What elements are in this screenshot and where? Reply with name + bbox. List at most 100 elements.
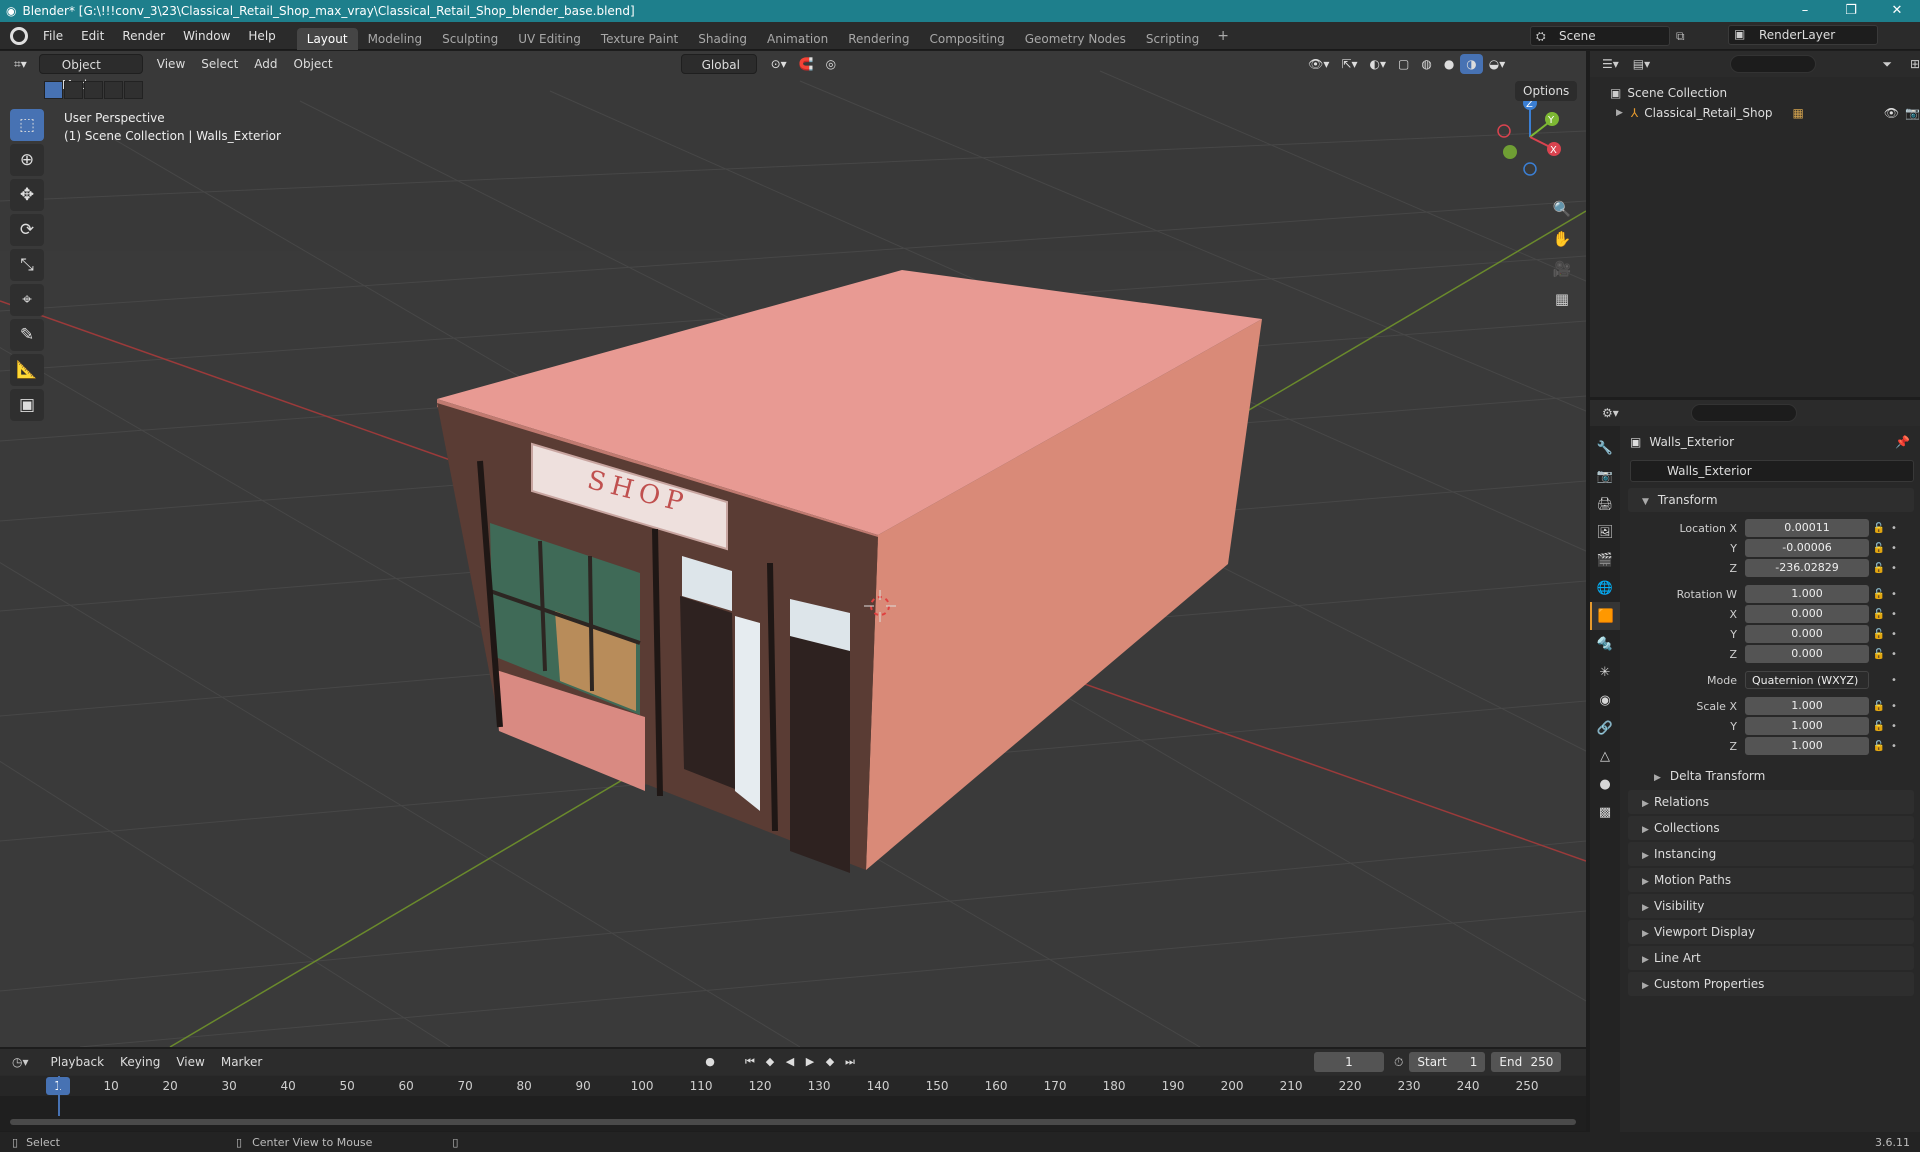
view-layer-tab-icon[interactable]: 🖼 <box>1590 518 1620 546</box>
motion-paths-panel-header[interactable]: ▶ Motion Paths <box>1628 868 1914 892</box>
pin-icon[interactable]: 📌 <box>1895 435 1910 449</box>
tab-layout[interactable]: Layout <box>296 27 358 50</box>
viewport-display-panel-header[interactable]: ▶ Viewport Display <box>1628 920 1914 944</box>
add-workspace-button[interactable]: + <box>1209 22 1237 50</box>
render-layer-selector[interactable]: ▣ RenderLayer <box>1728 25 1914 47</box>
rotation-x-field[interactable]: 0.000 <box>1745 605 1869 623</box>
filter-icon[interactable]: ⏷ <box>1882 57 1892 72</box>
timeline-editor-icon[interactable]: ◷▾ <box>12 1055 29 1069</box>
proportional-edit-icon[interactable]: ◎ <box>820 54 842 74</box>
pan-hand-icon[interactable]: ✋ <box>1548 225 1576 253</box>
viewport-menu-view[interactable]: View <box>149 51 193 77</box>
menu-help[interactable]: Help <box>239 22 284 50</box>
scale-x-field[interactable]: 1.000 <box>1745 697 1869 715</box>
select-extend-icon[interactable] <box>64 81 83 99</box>
viewport-menu-select[interactable]: Select <box>193 51 246 77</box>
timeline-ruler[interactable]: 1102030405060708090100110120130140150160… <box>0 1076 1586 1096</box>
viewport-menu-add[interactable]: Add <box>246 51 285 77</box>
outliner-editor-icon[interactable]: ☰▾ <box>1602 57 1619 71</box>
keyframe-dot-icon[interactable]: • <box>1889 589 1899 600</box>
camera-view-icon[interactable]: 🎥 <box>1548 255 1576 283</box>
minimize-button[interactable]: – <box>1782 0 1828 22</box>
keyframe-dot-icon[interactable]: • <box>1889 609 1899 620</box>
instancing-panel-header[interactable]: ▶ Instancing <box>1628 842 1914 866</box>
gizmo-toggle-icon[interactable]: ⇱▾ <box>1335 54 1363 74</box>
select-subtract-icon[interactable] <box>84 81 103 99</box>
record-icon[interactable]: ● <box>700 1052 720 1072</box>
scale-z-field[interactable]: 1.000 <box>1745 737 1869 755</box>
next-keyframe-icon[interactable]: ◆ <box>820 1052 840 1072</box>
outliner-root-row[interactable]: ▣ Scene Collection <box>1590 83 1920 103</box>
shading-rendered-icon[interactable]: ◒▾ <box>1483 54 1512 74</box>
tab-animation[interactable]: Animation <box>757 28 838 50</box>
scale-tool-icon[interactable]: ⤡ <box>10 249 44 281</box>
transform-tool-icon[interactable]: ⌖ <box>10 284 44 316</box>
tab-rendering[interactable]: Rendering <box>838 28 919 50</box>
keyframe-dot-icon[interactable]: • <box>1889 543 1899 554</box>
options-dropdown[interactable]: Options <box>1515 81 1578 101</box>
delta-transform-header[interactable]: ▶ Delta Transform <box>1640 764 1914 788</box>
navigation-gizmo[interactable]: Z Y X <box>1497 96 1561 176</box>
current-frame-field[interactable]: 1 <box>1314 1052 1384 1072</box>
close-button[interactable]: ✕ <box>1874 0 1920 22</box>
keyframe-dot-icon[interactable]: • <box>1889 523 1899 534</box>
scale-y-field[interactable]: 1.000 <box>1745 717 1869 735</box>
visibility-panel-header[interactable]: ▶ Visibility <box>1628 894 1914 918</box>
start-frame-field[interactable]: Start 1 <box>1409 1052 1486 1072</box>
keyframe-dot-icon[interactable]: • <box>1889 721 1899 732</box>
outliner-item-row[interactable]: ▶ ⅄ Classical_Retail_Shop ▦ 👁 📷 <box>1590 103 1920 123</box>
tab-geometry-nodes[interactable]: Geometry Nodes <box>1015 28 1136 50</box>
editor-type-icon[interactable]: ⌗▾ <box>8 54 33 74</box>
rotation-w-field[interactable]: 1.000 <box>1745 585 1869 603</box>
modifier-tab-icon[interactable]: 🔩 <box>1590 630 1620 658</box>
lock-icon[interactable]: 🔓 <box>1869 609 1889 620</box>
scene-selector[interactable]: ⛭ Scene ⧉ <box>1530 25 1720 47</box>
pivot-point-icon[interactable]: ⊙▾ <box>765 54 793 74</box>
add-cube-tool-icon[interactable]: ▣ <box>10 389 44 421</box>
snap-icon[interactable]: 🧲 <box>793 54 820 74</box>
overlay-toggle-icon[interactable]: ◐▾ <box>1363 54 1392 74</box>
collections-panel-header[interactable]: ▶ Collections <box>1628 816 1914 840</box>
material-tab-icon[interactable]: ● <box>1590 770 1620 798</box>
location-z-field[interactable]: -236.02829 <box>1745 559 1869 577</box>
playhead-line[interactable] <box>58 1076 60 1116</box>
select-invert-icon[interactable] <box>104 81 123 99</box>
lock-icon[interactable]: 🔓 <box>1869 721 1889 732</box>
select-box-tool-icon[interactable]: ⬚ <box>10 109 44 141</box>
new-collection-icon[interactable]: ⊞ <box>1910 57 1920 71</box>
lock-icon[interactable]: 🔓 <box>1869 563 1889 574</box>
lock-icon[interactable]: 🔓 <box>1869 701 1889 712</box>
transform-panel-header[interactable]: ▼ Transform <box>1628 488 1914 512</box>
render-layer-field[interactable]: RenderLayer <box>1728 25 1878 45</box>
keyframe-dot-icon[interactable]: • <box>1889 563 1899 574</box>
tab-shading[interactable]: Shading <box>688 28 757 50</box>
lock-icon[interactable]: 🔓 <box>1869 543 1889 554</box>
object-mode-dropdown[interactable]: Object Mode <box>38 54 143 92</box>
blender-logo-icon[interactable] <box>10 26 28 45</box>
timeline-menu-view[interactable]: View <box>168 1055 212 1069</box>
display-mode-icon[interactable]: ▤▾ <box>1633 57 1650 71</box>
scene-name-field[interactable]: Scene <box>1530 26 1670 46</box>
timeline-menu-keying[interactable]: Keying <box>112 1055 168 1069</box>
relations-panel-header[interactable]: ▶ Relations <box>1628 790 1914 814</box>
lock-icon[interactable]: 🔓 <box>1869 589 1889 600</box>
end-frame-field[interactable]: End 250 <box>1491 1052 1562 1072</box>
custom-properties-panel-header[interactable]: ▶ Custom Properties <box>1628 972 1914 996</box>
physics-tab-icon[interactable]: ◉ <box>1590 686 1620 714</box>
tab-scripting[interactable]: Scripting <box>1136 28 1209 50</box>
keyframe-dot-icon[interactable]: • <box>1889 741 1899 752</box>
tool-tab-icon[interactable]: 🔧 <box>1590 434 1620 462</box>
object-tab-icon[interactable]: 🟧 <box>1590 602 1620 630</box>
location-x-field[interactable]: 0.00011 <box>1745 519 1869 537</box>
annotate-tool-icon[interactable]: ✎ <box>10 319 44 351</box>
constraints-tab-icon[interactable]: 🔗 <box>1590 714 1620 742</box>
world-tab-icon[interactable]: 🌐 <box>1590 574 1620 602</box>
3d-viewport[interactable]: SHOP Z Y X ⌗▾ Object View Select Add Obj… <box>0 51 1586 1047</box>
play-reverse-icon[interactable]: ◀ <box>780 1052 800 1072</box>
shading-solid-icon[interactable]: ● <box>1438 54 1460 74</box>
output-tab-icon[interactable]: 🖨 <box>1590 490 1620 518</box>
rotate-tool-icon[interactable]: ⟳ <box>10 214 44 246</box>
measure-tool-icon[interactable]: 📐 <box>10 354 44 386</box>
keyframe-dot-icon[interactable]: • <box>1889 701 1899 712</box>
expand-arrow-icon[interactable]: ▶ <box>1616 103 1623 123</box>
